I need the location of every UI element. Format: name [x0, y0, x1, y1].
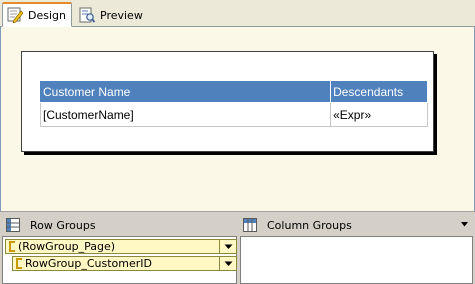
- tab-preview[interactable]: Preview: [75, 3, 145, 27]
- pane-menu-dropdown-icon[interactable]: [460, 220, 469, 229]
- row-groups-icon: [6, 218, 20, 232]
- table-detail-row[interactable]: [CustomerName] «Expr»: [39, 102, 428, 127]
- row-group-dropdown-button[interactable]: [219, 240, 236, 253]
- group-bracket-icon: [9, 241, 15, 252]
- row-group-dropdown-button[interactable]: [219, 257, 236, 270]
- report-body[interactable]: Customer Name Descendants [CustomerName]…: [21, 51, 434, 152]
- preview-icon: [79, 7, 95, 23]
- detail-cell-expr[interactable]: «Expr»: [330, 102, 428, 127]
- chevron-down-icon: [224, 261, 232, 266]
- row-group-item-page[interactable]: (RowGroup_Page): [5, 239, 237, 254]
- tab-strip: Design Preview: [0, 0, 475, 27]
- design-surface[interactable]: Customer Name Descendants [CustomerName]…: [0, 27, 475, 211]
- column-groups-header: Column Groups: [243, 216, 352, 234]
- table-header-row[interactable]: Customer Name Descendants: [39, 80, 428, 103]
- row-groups-label: Row Groups: [30, 218, 96, 232]
- tab-preview-label: Preview: [100, 8, 143, 22]
- tab-design[interactable]: Design: [2, 2, 72, 27]
- row-group-item-customerid[interactable]: RowGroup_CustomerID: [12, 256, 237, 271]
- group-bracket-icon: [16, 258, 22, 269]
- column-groups-panel[interactable]: [240, 236, 473, 284]
- row-group-label: RowGroup_CustomerID: [25, 257, 153, 270]
- tab-design-label: Design: [28, 8, 66, 22]
- column-groups-icon: [243, 218, 257, 232]
- tablix[interactable]: Customer Name Descendants [CustomerName]…: [39, 80, 428, 127]
- row-groups-panel[interactable]: (RowGroup_Page) RowGroup_CustomerID: [2, 236, 237, 284]
- grouping-pane: Row Groups Column Groups (RowGroup_Page)…: [0, 211, 475, 284]
- column-groups-label: Column Groups: [267, 218, 352, 232]
- header-cell-customer-name[interactable]: Customer Name: [39, 80, 332, 103]
- row-groups-header: Row Groups: [6, 216, 96, 234]
- chevron-down-icon: [224, 244, 232, 249]
- row-group-label: (RowGroup_Page): [18, 240, 116, 253]
- design-icon: [7, 7, 23, 23]
- detail-cell-customer-name[interactable]: [CustomerName]: [39, 102, 332, 127]
- header-cell-descendants[interactable]: Descendants: [330, 80, 428, 103]
